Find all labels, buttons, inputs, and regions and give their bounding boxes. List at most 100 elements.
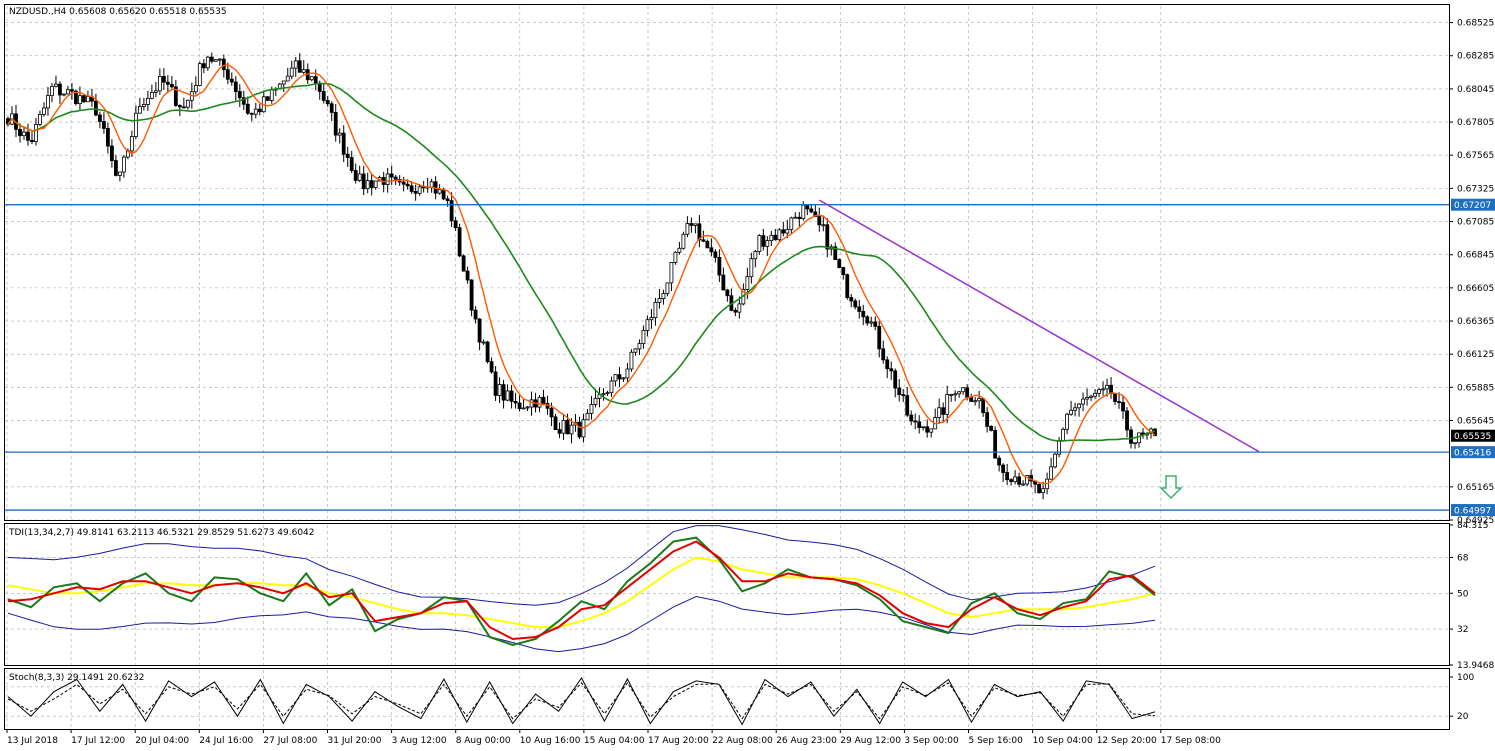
candle-body [177, 105, 182, 108]
candle-body [193, 85, 198, 93]
candle-body [441, 189, 446, 200]
time-tick-label: 17 Sep 08:00 [1161, 736, 1221, 746]
candle-body [1009, 479, 1014, 483]
candle-body [757, 235, 762, 252]
candle-body [661, 293, 666, 300]
time-tick-label: 29 Aug 12:00 [840, 736, 901, 746]
candle-body [913, 420, 918, 423]
candle-body [893, 370, 898, 389]
candle-body [765, 240, 770, 247]
time-tick-label: 20 Jul 04:00 [135, 736, 189, 746]
candle-body [229, 78, 234, 83]
price-label-text: 0.67207 [1454, 201, 1491, 211]
candle-body [357, 173, 362, 181]
candle-body [341, 132, 346, 155]
candle-body [593, 397, 598, 405]
candle-body [497, 384, 502, 396]
candle-body [285, 75, 290, 82]
time-tick-label: 3 Aug 12:00 [392, 736, 447, 746]
time-tick-label: 12 Sep 20:00 [1097, 736, 1157, 746]
candle-body [605, 392, 610, 395]
candle-body [110, 145, 114, 161]
candle-body [1073, 407, 1077, 411]
candle-body [561, 419, 566, 434]
candle-body [1105, 384, 1109, 390]
price-tick-label: 0.68525 [1457, 19, 1494, 29]
candle-body [233, 81, 238, 92]
candle-body [145, 97, 150, 105]
candle-body [1081, 398, 1085, 405]
candle-body [345, 153, 350, 158]
candle-body [801, 204, 806, 219]
candle-body [78, 95, 82, 105]
candle-body [581, 419, 586, 438]
candle-body [969, 397, 974, 402]
price-tick-label: 0.65645 [1457, 417, 1494, 427]
tdi-tick-label: 13.9468 [1457, 661, 1494, 671]
candle-body [553, 416, 558, 430]
candle-body [281, 80, 286, 85]
candle-body [609, 380, 614, 394]
candle-body [689, 223, 694, 226]
candle-body [625, 368, 630, 379]
candle-body [257, 108, 262, 113]
candle-body [121, 156, 126, 173]
candle-body [761, 235, 766, 247]
candle-body [70, 89, 74, 92]
candle-body [1129, 429, 1133, 444]
candle-body [1017, 476, 1022, 485]
candle-body [797, 216, 802, 219]
candle-body [169, 83, 174, 88]
candle-body [18, 128, 22, 137]
candle-body [1053, 453, 1057, 468]
candle-body [793, 216, 798, 219]
candle-body [529, 399, 534, 408]
candle-body [921, 426, 926, 429]
candle-body [649, 317, 654, 321]
candle-body [309, 76, 314, 81]
candle-body [66, 89, 70, 95]
candle-body [161, 76, 166, 83]
candle-body [137, 106, 142, 114]
candle-body [657, 298, 662, 303]
candle-body [569, 424, 574, 435]
candle-body [905, 395, 910, 416]
candle-body [489, 361, 494, 373]
candle-body [773, 234, 778, 241]
candle-body [841, 267, 846, 276]
candle-body [645, 319, 650, 331]
candle-body [1097, 389, 1101, 394]
candle-body [705, 240, 710, 249]
candle-body [505, 390, 510, 401]
candle-body [38, 114, 42, 125]
time-tick-label: 5 Sep 16:00 [969, 736, 1024, 746]
candle-body [805, 204, 810, 210]
candle-body [1093, 392, 1097, 397]
candle-body [837, 259, 842, 268]
candle-body [485, 341, 490, 363]
stoch-tick-label: 100 [1457, 673, 1474, 683]
time-tick-label: 13 Jul 2018 [7, 736, 58, 746]
candle-body [313, 76, 318, 84]
candle-body [58, 83, 62, 96]
candle-body [209, 56, 214, 62]
trading-chart[interactable]: NZDUSD.,H4 0.65608 0.65620 0.65518 0.655… [0, 0, 1495, 751]
price-label-text: 0.65535 [1454, 432, 1491, 442]
candle-body [977, 398, 982, 402]
candle-body [949, 394, 954, 396]
candle-body [1013, 476, 1018, 483]
tdi-tick-label: 68 [1457, 553, 1469, 563]
candle-body [82, 95, 86, 103]
candle-body [589, 404, 594, 414]
tdi-pane-header: TDI(13,34,2,7) 49.8141 63.2113 46.5321 2… [8, 528, 315, 538]
candle-body [989, 425, 994, 431]
candle-body [549, 407, 554, 418]
candle-body [537, 396, 542, 408]
time-tick-label: 22 Aug 08:00 [712, 736, 773, 746]
candle-body [1005, 472, 1010, 481]
candle-body [249, 112, 254, 115]
candle-body [1125, 410, 1129, 431]
time-tick-label: 27 Jul 08:00 [263, 736, 317, 746]
candle-body [1101, 388, 1105, 391]
candle-body [365, 180, 370, 190]
